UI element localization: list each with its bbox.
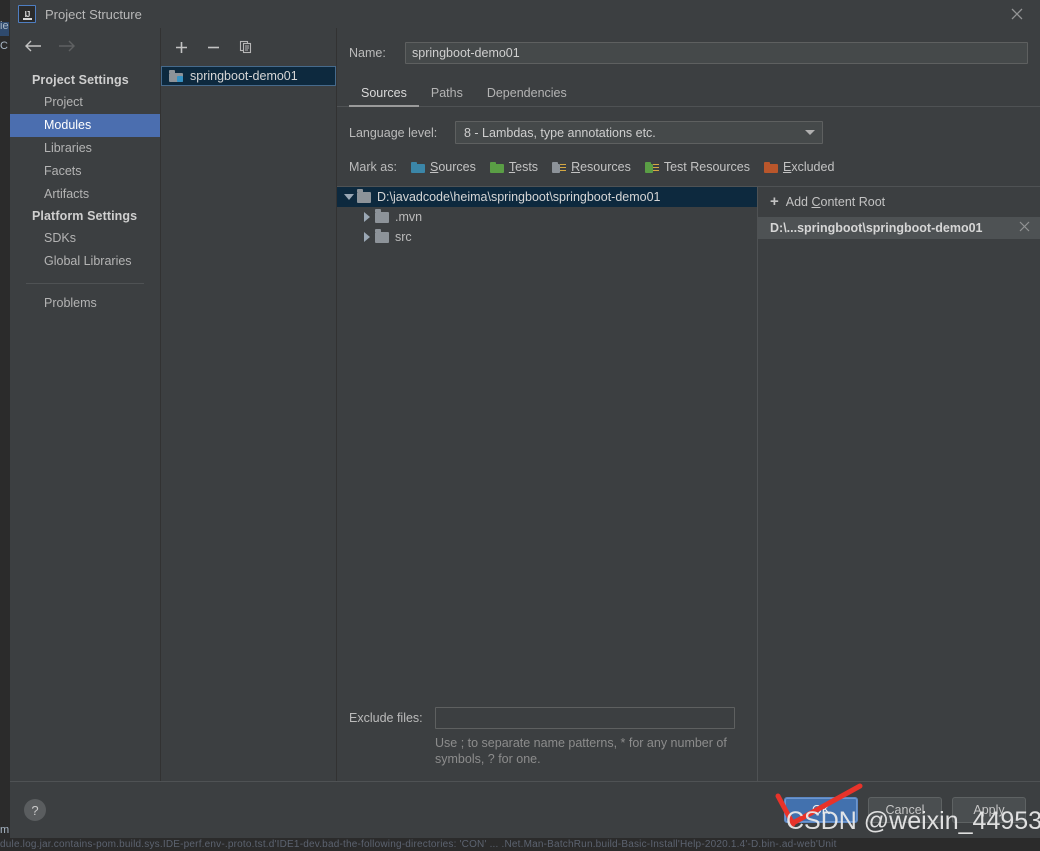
language-level-value: 8 - Lambdas, type annotations etc. xyxy=(464,125,656,140)
exclude-files-hint: Use ; to separate name patterns, * for a… xyxy=(435,736,727,766)
question-mark-icon[interactable]: ? xyxy=(24,799,46,821)
module-item-springboot-demo01[interactable]: springboot-demo01 xyxy=(161,66,336,86)
tree-row-label: src xyxy=(395,230,412,244)
exclude-files-input[interactable] xyxy=(435,707,735,729)
resources-folder-icon xyxy=(552,161,567,173)
module-list: springboot-demo01 xyxy=(161,62,336,86)
project-structure-dialog: IJ Project Structure Project Settings Pr… xyxy=(10,0,1040,838)
language-level-label: Language level: xyxy=(349,125,438,140)
close-icon[interactable] xyxy=(1019,221,1030,235)
add-content-root-button[interactable]: + Add Content Root xyxy=(758,187,1040,217)
sidebar-group-project-settings: Project Settings xyxy=(32,73,129,87)
dialog-title: Project Structure xyxy=(45,6,142,22)
apply-button[interactable]: Apply xyxy=(952,797,1026,823)
copy-module-button[interactable] xyxy=(237,39,254,56)
tree-row-label: D:\javadcode\heima\springboot\springboot… xyxy=(377,190,661,204)
content-root-label: D:\...springboot\springboot-demo01 xyxy=(770,221,983,235)
tests-folder-icon xyxy=(489,161,504,173)
mark-as-resources-label: Resources xyxy=(571,160,631,174)
module-name-row: Name: xyxy=(337,28,1040,64)
sidebar-item-modules[interactable]: Modules xyxy=(10,114,160,137)
background-fragment-1: C xyxy=(0,40,8,52)
tab-dependencies[interactable]: Dependencies xyxy=(475,84,579,106)
sidebar-item-global-libraries[interactable]: Global Libraries xyxy=(10,250,160,273)
sources-folder-icon xyxy=(411,161,425,173)
tab-sources[interactable]: Sources xyxy=(349,84,419,107)
content-tree: D:\javadcode\heima\springboot\springboot… xyxy=(337,187,757,707)
language-level-select[interactable]: 8 - Lambdas, type annotations etc. xyxy=(455,121,823,144)
module-editor-panel: Name: Sources Paths Dependencies Languag… xyxy=(337,28,1040,781)
sidebar-item-problems[interactable]: Problems xyxy=(10,292,160,315)
module-item-label: springboot-demo01 xyxy=(190,69,298,83)
background-console-line: dule.log.jar.contains-pom.build.sys.IDE-… xyxy=(0,838,1040,851)
sidebar-item-facets[interactable]: Facets xyxy=(10,160,160,183)
ok-button[interactable]: OK xyxy=(784,797,858,823)
tab-paths[interactable]: Paths xyxy=(419,84,475,106)
mark-as-excluded-label: Excluded xyxy=(782,160,835,174)
sidebar-item-sdks[interactable]: SDKs xyxy=(10,227,160,250)
test-resources-folder-icon xyxy=(644,161,659,173)
module-tabs: Sources Paths Dependencies xyxy=(337,72,1040,107)
sidebar-navigation xyxy=(10,32,160,60)
folder-icon xyxy=(375,228,389,243)
mark-as-tests-button[interactable]: Tests xyxy=(489,160,539,174)
remove-module-button[interactable] xyxy=(205,39,222,56)
exclude-files-row: Exclude files: xyxy=(337,707,757,729)
intellij-idea-icon: IJ xyxy=(18,5,36,23)
content-tree-pane: D:\javadcode\heima\springboot\springboot… xyxy=(337,187,758,781)
chevron-right-icon[interactable] xyxy=(359,212,375,222)
sidebar-group-platform-settings: Platform Settings xyxy=(32,209,138,223)
module-name-label: Name: xyxy=(349,46,386,60)
cancel-button[interactable]: Cancel xyxy=(868,797,942,823)
folder-icon xyxy=(375,208,389,223)
sources-panes: D:\javadcode\heima\springboot\springboot… xyxy=(337,186,1040,781)
plus-icon: + xyxy=(770,193,779,210)
add-content-root-label: Add Content Root xyxy=(785,195,886,209)
arrow-left-icon[interactable] xyxy=(24,40,42,52)
module-list-panel: springboot-demo01 xyxy=(161,28,337,781)
mark-as-sources-label: Sources xyxy=(430,160,476,174)
close-icon[interactable] xyxy=(994,0,1040,28)
mark-as-label: Mark as: xyxy=(349,160,397,174)
mark-as-test-resources-button[interactable]: Test Resources xyxy=(644,160,750,174)
mark-as-tests-label: Tests xyxy=(508,160,539,174)
mark-as-sources-button[interactable]: Sources xyxy=(411,160,476,174)
module-folder-icon xyxy=(169,70,183,82)
folder-icon xyxy=(357,188,371,203)
tree-row-src[interactable]: src xyxy=(337,227,757,247)
language-level-row: Language level: 8 - Lambdas, type annota… xyxy=(337,107,1040,144)
module-toolbar xyxy=(161,28,336,62)
chevron-right-icon[interactable] xyxy=(359,232,375,242)
sidebar-item-artifacts[interactable]: Artifacts xyxy=(10,183,160,206)
content-roots-pane: + Add Content Root D:\...springboot\spri… xyxy=(758,187,1040,781)
dialog-button-row: OK Cancel Apply xyxy=(784,797,1026,823)
chevron-down-icon xyxy=(805,130,815,135)
mark-as-row: Mark as: Sources Tests Resources Test Re… xyxy=(337,144,1040,174)
tree-row-mvn[interactable]: .mvn xyxy=(337,207,757,227)
background-fragment-2: m xyxy=(0,824,10,836)
sidebar-item-libraries[interactable]: Libraries xyxy=(10,137,160,160)
sidebar-divider xyxy=(26,283,144,284)
mark-as-test-resources-label: Test Resources xyxy=(663,160,750,174)
tree-row-content-root[interactable]: D:\javadcode\heima\springboot\springboot… xyxy=(337,187,757,207)
chevron-down-icon[interactable] xyxy=(341,194,357,200)
sidebar-item-project[interactable]: Project xyxy=(10,91,160,114)
settings-nav-list: Project Settings Project Modules Librari… xyxy=(10,60,160,315)
module-name-input[interactable] xyxy=(405,42,1028,64)
exclude-files-area: Exclude files: Use ; to separate name pa… xyxy=(337,707,757,781)
background-fragment-0: ie xyxy=(0,20,9,32)
content-root-entry[interactable]: D:\...springboot\springboot-demo01 xyxy=(758,217,1040,239)
settings-sidebar: Project Settings Project Modules Librari… xyxy=(10,28,161,781)
exclude-files-label: Exclude files: xyxy=(349,711,423,725)
add-module-button[interactable] xyxy=(173,39,190,56)
mark-as-resources-button[interactable]: Resources xyxy=(552,160,631,174)
tree-row-label: .mvn xyxy=(395,210,423,224)
mark-as-excluded-button[interactable]: Excluded xyxy=(763,160,835,174)
dialog-footer: ? OK Cancel Apply xyxy=(10,781,1040,838)
dialog-body: Project Settings Project Modules Librari… xyxy=(10,28,1040,781)
arrow-right-icon[interactable] xyxy=(58,40,76,52)
excluded-folder-icon xyxy=(763,161,778,173)
dialog-titlebar: IJ Project Structure xyxy=(10,0,1040,28)
